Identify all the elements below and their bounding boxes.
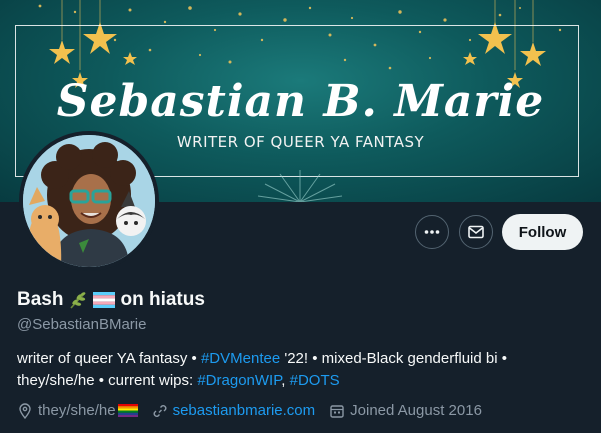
bio-text: , [281,372,290,389]
transgender-flag-icon [93,292,116,308]
calendar-icon [330,404,344,418]
meta-website[interactable]: sebastianbmarie.com [152,402,316,419]
profile-avatar[interactable] [19,131,159,271]
website-link[interactable]: sebastianbmarie.com [173,402,316,419]
bio-text: they/she/he • current wips: [17,372,198,389]
avatar-illustration [23,135,155,267]
banner-title: Sebastian B. Marie [56,76,545,127]
display-name-text: Bash [17,289,64,310]
meta-joined-text: Joined August 2016 [350,402,482,419]
link-icon [153,404,167,417]
profile-meta: they/she/he sebastianbmarie.com Joined A… [17,402,496,419]
bio-text: writer of queer YA fantasy • [17,350,201,367]
display-name-status: on hiatus [120,289,205,310]
message-button[interactable] [459,215,493,249]
profile-bio: writer of queer YA fantasy • #DVMentee '… [17,348,587,392]
profile-handle: @SebastianBMarie [17,316,147,333]
meta-location: they/she/he [17,402,138,419]
hashtag-link[interactable]: #DOTS [290,372,340,389]
more-options-button[interactable] [415,215,449,249]
meta-joined: Joined August 2016 [329,402,482,419]
meta-pronouns-text: they/she/he [38,402,116,419]
rainbow-flag-icon [117,404,138,417]
bio-text: '22! • mixed-Black genderfluid bi • [280,350,507,367]
herb-emoji-icon [70,292,87,309]
hashtag-link[interactable]: #DVMentee [201,350,280,367]
banner-rays-decoration [257,170,343,202]
follow-button[interactable]: Follow [502,214,583,250]
display-name: Bash on hiatus [17,289,205,311]
envelope-icon [468,225,484,239]
more-horizontal-icon [424,230,440,234]
location-pin-icon [19,402,31,419]
hashtag-link[interactable]: #DragonWIP [197,372,281,389]
